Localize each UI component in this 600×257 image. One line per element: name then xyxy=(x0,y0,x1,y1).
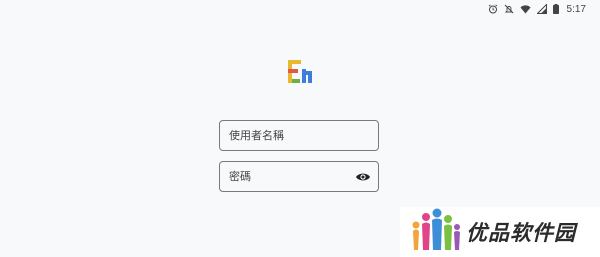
mute-icon xyxy=(504,4,514,14)
status-bar: 5:17 xyxy=(0,0,600,18)
signal-icon xyxy=(536,4,547,14)
status-time: 5:17 xyxy=(566,3,586,15)
wifi-icon xyxy=(520,4,531,14)
username-field[interactable] xyxy=(219,120,379,151)
watermark-text: 优品软件园 xyxy=(466,221,576,245)
password-field[interactable] xyxy=(219,161,379,192)
eye-icon[interactable] xyxy=(354,168,372,186)
watermark-logo-icon xyxy=(410,208,460,256)
username-input[interactable] xyxy=(229,129,372,142)
watermark: 优品软件园 xyxy=(400,207,600,257)
alarm-icon xyxy=(488,4,498,14)
app-logo-icon xyxy=(287,59,313,85)
password-input[interactable] xyxy=(229,170,354,183)
battery-icon xyxy=(552,4,559,14)
